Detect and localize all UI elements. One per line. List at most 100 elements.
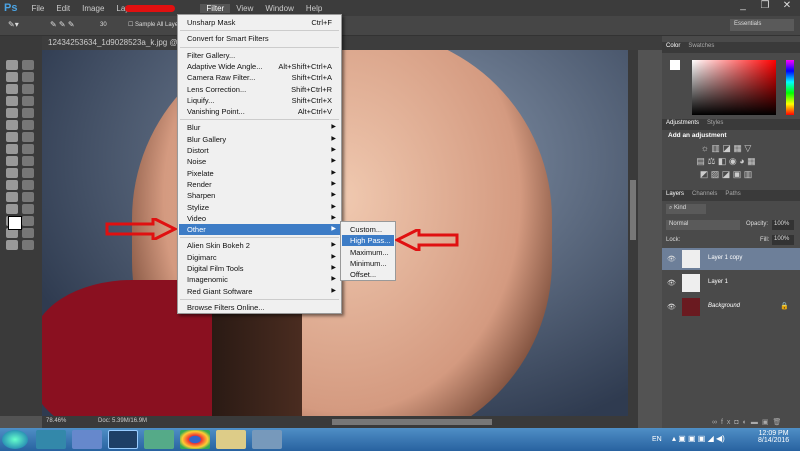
submenu-item-offset[interactable]: Offset...: [342, 269, 394, 280]
tool-icon[interactable]: [22, 96, 34, 106]
kind-filter[interactable]: ⌕ Kind: [666, 204, 706, 214]
menu-item-unsharp-mask[interactable]: Unsharp Mask Ctrl+F: [179, 17, 340, 28]
tool-icon[interactable]: [6, 180, 18, 190]
menu-item-render[interactable]: Render ▶: [179, 179, 340, 190]
menu-item-alien-skin-bokeh-2[interactable]: Alien Skin Bokeh 2 ▶: [179, 240, 340, 251]
menu-item-blur[interactable]: Blur ▶: [179, 122, 340, 133]
taskbar-chrome-icon[interactable]: [180, 430, 210, 449]
eye-icon[interactable]: 👁: [667, 303, 676, 311]
layer-row[interactable]: 👁 Layer 1: [662, 272, 800, 294]
tool-icon[interactable]: [22, 84, 34, 94]
blend-mode-select[interactable]: Normal: [666, 220, 740, 230]
layer-row[interactable]: 👁 Layer 1 copy: [662, 248, 800, 270]
layer-row[interactable]: 👁 Background 🔒: [662, 296, 800, 318]
brush-mode-icons[interactable]: ✎ ✎ ✎: [50, 20, 75, 29]
close-button[interactable]: ✕: [776, 0, 798, 14]
tool-icon[interactable]: [22, 204, 34, 214]
tool-icon[interactable]: [22, 60, 34, 70]
clock[interactable]: 12:09 PM 8/14/2016: [758, 430, 789, 444]
tool-icon[interactable]: [22, 216, 34, 226]
foreground-color[interactable]: [8, 216, 22, 230]
menu-help[interactable]: Help: [300, 4, 328, 13]
taskbar-explorer-icon[interactable]: [216, 430, 246, 449]
tool-icon[interactable]: [22, 72, 34, 82]
submenu-item-minimum[interactable]: Minimum...: [342, 258, 394, 269]
tool-icon[interactable]: [6, 120, 18, 130]
foreground-swatch[interactable]: [670, 60, 680, 70]
menu-item-imagenomic[interactable]: Imagenomic ▶: [179, 274, 340, 285]
menu-item-lens-correction[interactable]: Lens Correction... Shift+Ctrl+R: [179, 84, 340, 95]
menu-item-adaptive-wide-angle[interactable]: Adaptive Wide Angle... Alt+Shift+Ctrl+A: [179, 61, 340, 72]
fill-input[interactable]: 100%: [772, 235, 794, 245]
tool-icon[interactable]: [6, 240, 18, 250]
start-button[interactable]: [2, 430, 28, 449]
tool-icon[interactable]: [6, 144, 18, 154]
menu-edit[interactable]: Edit: [50, 4, 76, 13]
taskbar-visual-studio-icon[interactable]: [72, 430, 102, 449]
tool-icon[interactable]: [6, 72, 18, 82]
menu-item-blur-gallery[interactable]: Blur Gallery ▶: [179, 134, 340, 145]
layer-actions[interactable]: ∞fx◘◐▬▣🗑: [712, 418, 785, 426]
tool-icon[interactable]: [6, 84, 18, 94]
menu-file[interactable]: File: [25, 4, 50, 13]
tray-icons[interactable]: ▴ ▣ ▣ ▣ ◢ ◀): [672, 434, 725, 443]
taskbar-photoshop-icon[interactable]: [108, 430, 138, 449]
opacity-input[interactable]: 100%: [772, 220, 794, 230]
eye-icon[interactable]: 👁: [667, 255, 676, 263]
tab-adjustments[interactable]: Adjustments: [666, 120, 699, 129]
tool-icon[interactable]: [22, 180, 34, 190]
menu-image[interactable]: Image: [76, 4, 110, 13]
eye-icon[interactable]: 👁: [667, 279, 676, 287]
menu-item-sharpen[interactable]: Sharpen ▶: [179, 190, 340, 201]
menu-item-video[interactable]: Video ▶: [179, 213, 340, 224]
tool-icon[interactable]: [6, 156, 18, 166]
tool-icon[interactable]: [6, 132, 18, 142]
tool-icon[interactable]: [22, 120, 34, 130]
tool-icon[interactable]: [6, 192, 18, 202]
language-indicator[interactable]: EN: [652, 436, 662, 443]
menu-item-other[interactable]: Other ▶: [179, 224, 340, 236]
brush-icon[interactable]: ✎▾: [8, 20, 19, 29]
sample-all-layers-checkbox[interactable]: ☐ Sample All Layers: [128, 21, 183, 28]
menu-item-filter-gallery[interactable]: Filter Gallery...: [179, 50, 340, 61]
tool-icon[interactable]: [22, 228, 34, 238]
menu-view[interactable]: View: [230, 4, 259, 13]
tool-icon[interactable]: [6, 204, 18, 214]
adjustment-icons[interactable]: ☼ ▥ ◪ ▦ ▽ ▤ ⚖ ◧ ◉ ◕ ▦ ◩ ▨ ◪ ▣ ▥: [686, 142, 766, 182]
document-tab[interactable]: 12434253634_1d9028523a_k.jpg @ 78.5%: [42, 36, 662, 50]
menu-item-liquify[interactable]: Liquify... Shift+Ctrl+X: [179, 95, 340, 106]
tool-icon[interactable]: [6, 108, 18, 118]
submenu-item-high-pass[interactable]: High Pass...: [342, 235, 394, 247]
workspace-select[interactable]: Essentials: [730, 19, 794, 31]
tool-icon[interactable]: [22, 132, 34, 142]
taskbar-tools-icon[interactable]: [36, 430, 66, 449]
tab-layers[interactable]: Layers: [666, 191, 684, 200]
restore-button[interactable]: ❐: [754, 0, 776, 14]
taskbar-paint-icon[interactable]: [252, 430, 282, 449]
menu-item-vanishing-point[interactable]: Vanishing Point... Alt+Ctrl+V: [179, 106, 340, 117]
submenu-item-custom[interactable]: Custom...: [342, 224, 394, 235]
color-field[interactable]: [692, 60, 776, 115]
tool-icon[interactable]: [22, 240, 34, 250]
submenu-item-maximum[interactable]: Maximum...: [342, 247, 394, 258]
hue-slider[interactable]: [786, 60, 794, 115]
tool-icon[interactable]: [22, 156, 34, 166]
taskbar-coccoc-icon[interactable]: [144, 430, 174, 449]
tab-color[interactable]: Color: [666, 43, 680, 52]
vertical-scrollbar[interactable]: [628, 50, 638, 416]
menu-window[interactable]: Window: [259, 4, 299, 13]
tab-swatches[interactable]: Swatches: [688, 43, 714, 52]
tool-icon[interactable]: [22, 168, 34, 178]
menu-item-noise[interactable]: Noise ▶: [179, 156, 340, 167]
tab-paths[interactable]: Paths: [725, 191, 740, 200]
menu-item-distort[interactable]: Distort ▶: [179, 145, 340, 156]
menu-item-digimarc[interactable]: Digimarc ▶: [179, 252, 340, 263]
minimize-button[interactable]: _: [732, 0, 754, 14]
tool-icon[interactable]: [6, 168, 18, 178]
tab-channels[interactable]: Channels: [692, 191, 717, 200]
tool-icon[interactable]: [6, 60, 18, 70]
tool-icon[interactable]: [22, 108, 34, 118]
brush-size[interactable]: 30: [100, 22, 107, 28]
horizontal-scrollbar[interactable]: [332, 419, 492, 425]
zoom-level[interactable]: 78.46%: [46, 418, 66, 424]
